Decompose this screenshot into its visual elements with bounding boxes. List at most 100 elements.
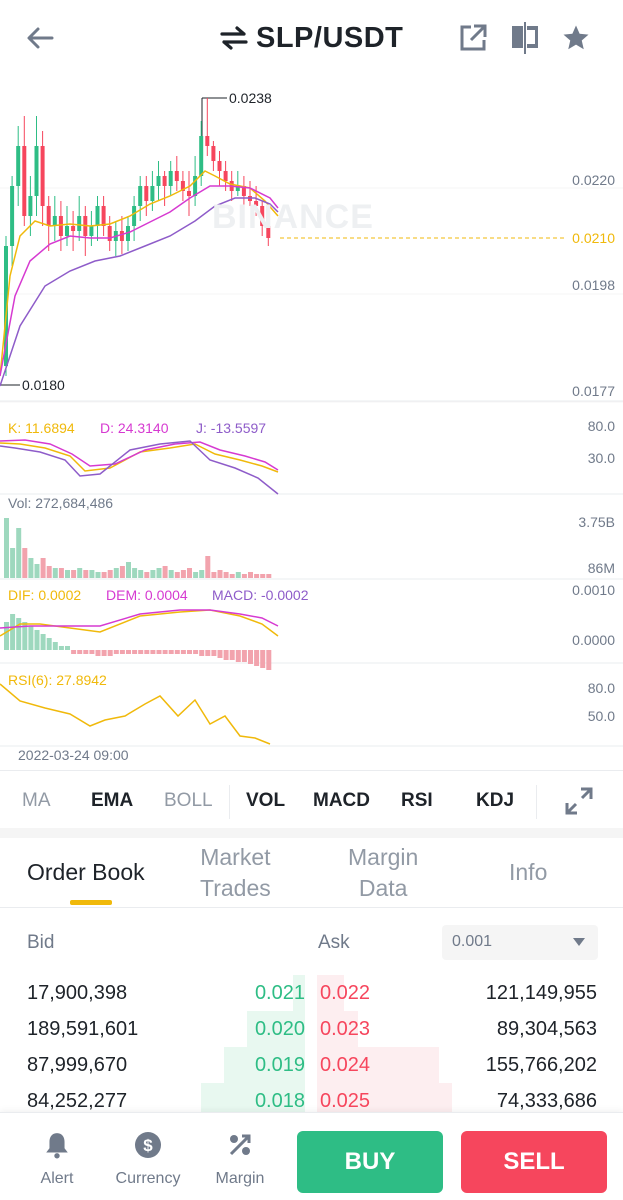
candle-body xyxy=(58,216,63,236)
indicator-macd[interactable]: MACD xyxy=(313,790,370,812)
indicator-ema[interactable]: EMA xyxy=(91,790,133,812)
price-tick: 0.0177 xyxy=(572,383,615,399)
share-button[interactable] xyxy=(453,18,493,58)
volume-bar xyxy=(211,572,217,578)
nav-alert[interactable]: Alert xyxy=(17,1131,97,1188)
volume-bar xyxy=(4,518,9,578)
split-view-icon xyxy=(512,22,538,54)
macd-bar xyxy=(199,650,205,656)
macd-dem-line xyxy=(0,609,279,629)
candle-body xyxy=(132,206,137,226)
rsi-tick: 80.0 xyxy=(587,680,615,696)
watermark: BINANCE xyxy=(212,198,374,236)
ask-price: 0.022 xyxy=(320,982,371,1004)
active-tab-indicator xyxy=(70,900,112,905)
kdj-d-line xyxy=(0,439,279,471)
candle-body xyxy=(28,196,33,216)
volume-bar xyxy=(95,572,101,578)
volume-bar xyxy=(223,572,229,578)
ask-quantity: 155,766,202 xyxy=(485,1054,597,1076)
precision-value: 0.001 xyxy=(452,933,493,950)
tab-margin-data[interactable]: Margin Data xyxy=(348,842,418,904)
macd-bar xyxy=(46,638,52,650)
ask-quantity: 74,333,686 xyxy=(496,1090,597,1112)
kdj-j-legend: J: -13.5597 xyxy=(196,420,267,436)
bid-price: 0.018 xyxy=(254,1090,305,1112)
orderbook-row[interactable]: 87,999,670 0.019 0.024 155,766,202 xyxy=(0,1047,623,1083)
orderbook-tabs: Order Book Market Trades Margin Data Inf… xyxy=(0,838,623,908)
macd-bar xyxy=(187,650,192,654)
volume-bar xyxy=(28,558,34,578)
indicator-ma[interactable]: MA xyxy=(22,790,51,812)
macd-bar xyxy=(193,650,199,654)
price-tick: 0.0220 xyxy=(572,172,615,188)
macd-bar xyxy=(34,630,40,650)
macd-dem-legend: DEM: 0.0004 xyxy=(106,587,188,603)
nav-label: Alert xyxy=(40,1170,74,1187)
candle-body xyxy=(95,206,100,226)
macd-bar xyxy=(4,622,9,650)
pair-selector[interactable]: SLP/USDT xyxy=(220,20,403,56)
sell-button[interactable]: SELL xyxy=(461,1131,607,1193)
volume-bar xyxy=(132,568,138,578)
rsi-tick: 50.0 xyxy=(587,708,615,724)
svg-text:$: $ xyxy=(143,1136,153,1155)
indicator-boll[interactable]: BOLL xyxy=(164,790,213,812)
tab-label: Data xyxy=(358,875,408,901)
nav-label: Currency xyxy=(115,1170,181,1187)
tab-info[interactable]: Info xyxy=(509,857,547,888)
section-divider xyxy=(0,828,623,838)
candle-body xyxy=(144,186,149,201)
candle-body xyxy=(217,161,222,171)
candle-body xyxy=(162,176,167,186)
compare-button[interactable] xyxy=(505,18,545,58)
kdj-j-line xyxy=(0,440,279,495)
bid-quantity: 17,900,398 xyxy=(27,982,128,1004)
macd-bar xyxy=(113,650,119,654)
volume-bar xyxy=(83,570,89,578)
bell-icon xyxy=(46,1133,68,1159)
macd-bar xyxy=(205,650,211,656)
tab-market-trades[interactable]: Market Trades xyxy=(200,842,271,904)
candle-body xyxy=(34,146,39,196)
candle-body xyxy=(211,146,216,161)
nav-label: Margin xyxy=(215,1170,265,1187)
indicator-rsi[interactable]: RSI xyxy=(401,790,433,812)
indicator-kdj[interactable]: KDJ xyxy=(476,790,514,812)
macd-bar xyxy=(248,650,253,664)
macd-bar xyxy=(174,650,180,654)
orderbook-row[interactable]: 189,591,601 0.020 0.023 89,304,563 xyxy=(0,1011,623,1047)
indicator-bar: MA EMA BOLL VOL MACD RSI KDJ xyxy=(0,770,623,830)
fullscreen-button[interactable] xyxy=(564,786,594,816)
ask-quantity: 121,149,955 xyxy=(485,982,597,1004)
ask-quantity: 89,304,563 xyxy=(496,1018,597,1040)
macd-bar xyxy=(65,646,70,650)
back-button[interactable] xyxy=(20,18,60,58)
volume-bar xyxy=(248,572,253,578)
candle-body xyxy=(174,171,179,181)
macd-bar xyxy=(101,650,107,656)
macd-legend: MACD: -0.0002 xyxy=(212,587,309,603)
volume-bar xyxy=(229,574,235,578)
orderbook-row[interactable]: 17,900,398 0.021 0.022 121,149,955 xyxy=(0,975,623,1011)
volume-bar xyxy=(89,570,95,578)
macd-bar xyxy=(10,614,16,650)
volume-bar xyxy=(156,568,162,578)
buy-button[interactable]: BUY xyxy=(297,1131,443,1193)
ask-price: 0.025 xyxy=(320,1090,371,1112)
macd-bar xyxy=(144,650,150,654)
nav-currency[interactable]: $ Currency xyxy=(108,1131,188,1188)
kline-chart[interactable]: BINANCE 0.0220 0.0210 0.0198 0.0177 0.02… xyxy=(0,76,623,770)
bid-price: 0.020 xyxy=(254,1018,305,1040)
precision-select[interactable]: 0.001 xyxy=(442,925,598,960)
candle-body xyxy=(22,146,27,216)
nav-margin[interactable]: Margin xyxy=(200,1131,280,1188)
tab-label: Market xyxy=(200,844,271,870)
indicator-vol[interactable]: VOL xyxy=(246,790,285,812)
tab-order-book[interactable]: Order Book xyxy=(27,857,145,888)
favorite-button[interactable] xyxy=(556,18,596,58)
macd-bar xyxy=(162,650,168,654)
dollar-coin-icon: $ xyxy=(135,1132,161,1158)
chart-canvas xyxy=(0,97,623,747)
macd-bar xyxy=(229,650,235,660)
